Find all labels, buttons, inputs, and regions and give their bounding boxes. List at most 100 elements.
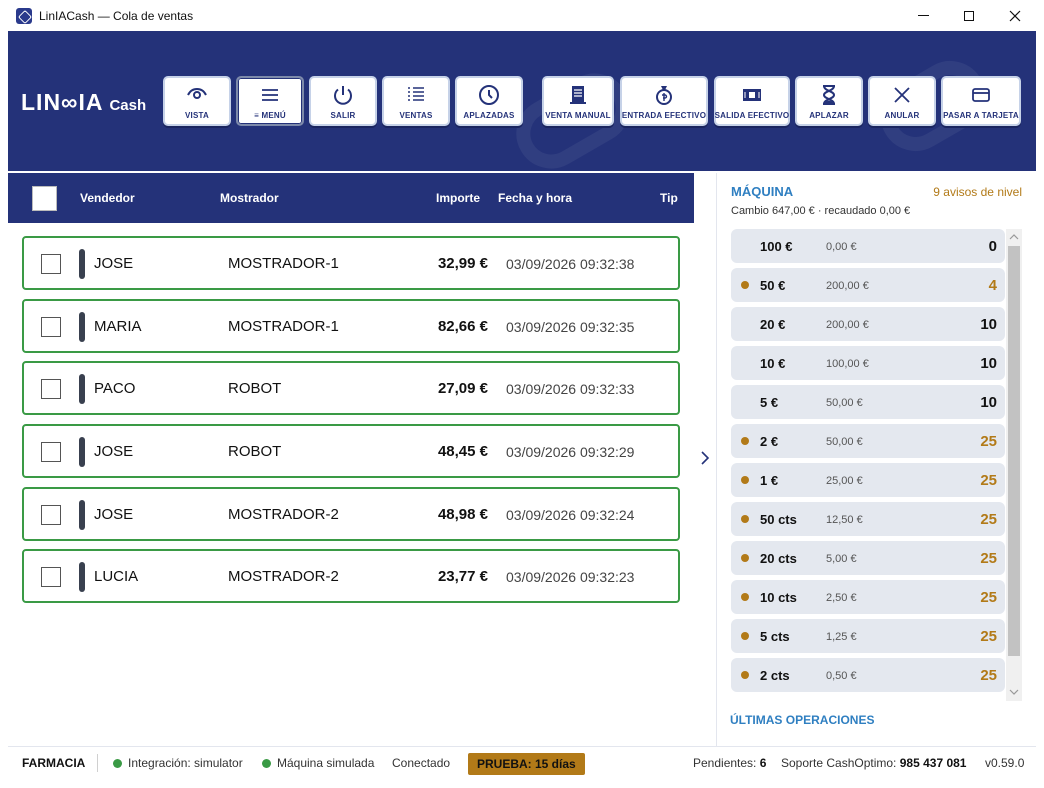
status-divider <box>97 754 98 772</box>
table-row[interactable]: JOSE MOSTRADOR-2 48,98 € 03/09/2026 09:3… <box>22 487 680 541</box>
denomination-row: 1 € 25,00 € 25 <box>731 463 1005 497</box>
close-button[interactable] <box>992 0 1038 31</box>
title-bar: LinIACash — Cola de ventas <box>0 0 1044 31</box>
denomination-label: 50 cts <box>760 512 797 527</box>
money-bag-icon <box>656 85 672 105</box>
cash-in-button-label: ENTRADA EFECTIVO <box>621 110 707 120</box>
row-checkbox[interactable] <box>41 442 61 462</box>
exit-button[interactable]: SALIR <box>309 76 377 126</box>
row-counter: ROBOT <box>228 380 282 397</box>
machine-status: Máquina simulada <box>277 756 375 770</box>
denomination-row: 5 € 50,00 € 10 <box>731 385 1005 419</box>
level-warning-dot <box>741 437 749 445</box>
machine-title: MÁQUINA <box>731 184 794 199</box>
menu-icon <box>262 88 278 101</box>
scroll-up-arrow-icon[interactable] <box>1009 233 1019 241</box>
select-all-checkbox[interactable] <box>32 186 57 211</box>
row-status-indicator <box>79 374 85 404</box>
menu-button[interactable]: ≡ MENÚ <box>236 76 304 126</box>
cancel-button[interactable]: ANULAR <box>868 76 936 126</box>
row-seller: JOSE <box>94 506 134 523</box>
app-window: LinIACash — Cola de ventas LIN∞IA Cash V… <box>0 0 1044 788</box>
row-date: 03/09/2026 09:32:29 <box>506 444 635 460</box>
header-toolbar: LIN∞IA Cash VISTA ≡ MENÚ SALIR VENTAS AP… <box>8 31 1036 171</box>
pending-label: Pendientes: <box>693 756 757 770</box>
row-date: 03/09/2026 09:32:24 <box>506 507 635 523</box>
denomination-label: 100 € <box>760 239 793 254</box>
denomination-amount: 50,00 € <box>826 436 863 448</box>
denomination-count: 10 <box>980 355 997 372</box>
defer-button[interactable]: APLAZAR <box>795 76 863 126</box>
level-warning-dot <box>741 554 749 562</box>
table-row[interactable]: MARIA MOSTRADOR-1 82,66 € 03/09/2026 09:… <box>22 299 680 353</box>
denomination-label: 2 € <box>760 434 779 449</box>
row-counter: MOSTRADOR-1 <box>228 318 339 335</box>
level-warnings[interactable]: 9 avisos de nivel <box>933 185 1022 199</box>
level-warning-dot <box>741 671 749 679</box>
scrollbar-thumb[interactable] <box>1008 246 1020 656</box>
sales-button-label: VENTAS <box>399 110 433 120</box>
denomination-label: 10 € <box>760 356 786 371</box>
pay-by-card-button[interactable]: PASAR A TARJETA <box>941 76 1021 126</box>
row-seller: JOSE <box>94 443 134 460</box>
machine-status-dot <box>262 759 271 768</box>
denomination-amount: 200,00 € <box>826 319 869 331</box>
row-status-indicator <box>79 437 85 467</box>
pharmacy-label: FARMACIA <box>22 756 86 770</box>
row-checkbox[interactable] <box>41 379 61 399</box>
chevron-right-icon[interactable] <box>699 449 711 467</box>
manual-sale-button[interactable]: VENTA MANUAL <box>542 76 614 126</box>
denomination-amount: 1,25 € <box>826 631 857 643</box>
denomination-row: 100 € 0,00 € 0 <box>731 229 1005 263</box>
denomination-row: 2 € 50,00 € 25 <box>731 424 1005 458</box>
minimize-button[interactable] <box>900 0 946 31</box>
sales-button[interactable]: VENTAS <box>382 76 450 126</box>
column-header-counter[interactable]: Mostrador <box>220 191 279 205</box>
hourglass-icon <box>822 84 836 105</box>
table-row[interactable]: JOSE MOSTRADOR-1 32,99 € 03/09/2026 09:3… <box>22 236 680 290</box>
maximize-icon <box>964 10 974 21</box>
machine-panel: MÁQUINA 9 avisos de nivel Cambio 647,00 … <box>716 173 1036 746</box>
cash-in-button[interactable]: ENTRADA EFECTIVO <box>620 76 708 126</box>
view-button[interactable]: VISTA <box>163 76 231 126</box>
row-checkbox[interactable] <box>41 567 61 587</box>
row-counter: ROBOT <box>228 443 282 460</box>
maximize-button[interactable] <box>946 0 992 31</box>
denomination-label: 20 € <box>760 317 786 332</box>
scroll-down-arrow-icon[interactable] <box>1009 688 1019 696</box>
clock-icon <box>479 84 499 105</box>
column-header-type[interactable]: Tip <box>660 191 678 205</box>
denomination-count: 25 <box>980 628 997 645</box>
cash-out-icon <box>743 88 761 101</box>
row-counter: MOSTRADOR-1 <box>228 255 339 272</box>
last-operations-title[interactable]: ÚLTIMAS OPERACIONES <box>730 713 874 727</box>
column-header-date[interactable]: Fecha y hora <box>498 191 572 205</box>
denomination-amount: 0,00 € <box>826 241 857 253</box>
pay-by-card-button-label: PASAR A TARJETA <box>943 110 1019 120</box>
row-amount: 27,09 € <box>437 380 488 397</box>
support-label: Soporte CashOptimo: <box>781 756 897 770</box>
support-info: Soporte CashOptimo: 985 437 081 <box>781 756 966 770</box>
denomination-count: 25 <box>980 511 997 528</box>
power-icon <box>334 85 352 105</box>
receipt-icon <box>570 85 586 104</box>
row-checkbox[interactable] <box>41 317 61 337</box>
table-row[interactable]: JOSE ROBOT 48,45 € 03/09/2026 09:32:29 <box>22 424 680 478</box>
row-seller: JOSE <box>94 255 134 272</box>
table-row[interactable]: LUCIA MOSTRADOR-2 23,77 € 03/09/2026 09:… <box>22 549 680 603</box>
integration-status: Integración: simulator <box>128 756 243 770</box>
exit-button-label: SALIR <box>330 110 356 120</box>
row-checkbox[interactable] <box>41 254 61 274</box>
denomination-amount: 25,00 € <box>826 475 863 487</box>
denomination-label: 5 € <box>760 395 779 410</box>
support-phone: 985 437 081 <box>899 756 967 770</box>
table-row[interactable]: PACO ROBOT 27,09 € 03/09/2026 09:32:33 <box>22 361 680 415</box>
column-header-amount[interactable]: Importe <box>436 191 480 205</box>
denomination-count: 25 <box>980 433 997 450</box>
menu-button-label: ≡ MENÚ <box>254 110 286 120</box>
cash-out-button[interactable]: SALIDA EFECTIVO <box>714 76 790 126</box>
column-header-seller[interactable]: Vendedor <box>80 191 135 205</box>
row-amount: 48,45 € <box>437 443 488 460</box>
deferred-button[interactable]: APLAZADAS <box>455 76 523 126</box>
row-checkbox[interactable] <box>41 505 61 525</box>
